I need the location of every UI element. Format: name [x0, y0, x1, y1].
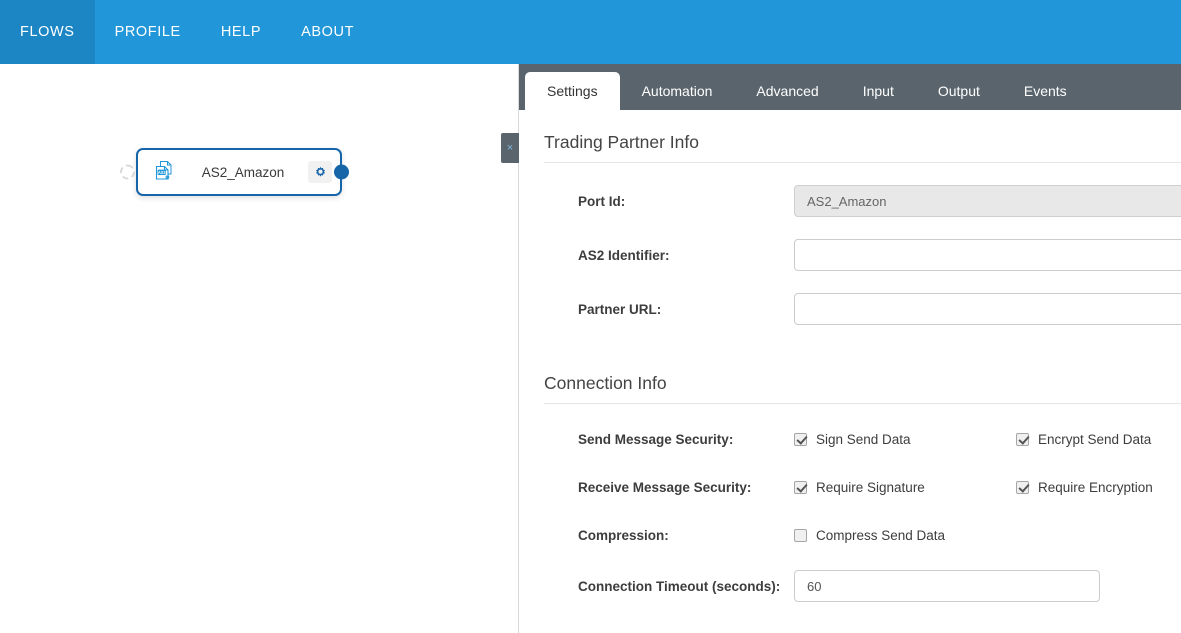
tab-label: Advanced [756, 83, 819, 99]
as2-identifier-input[interactable] [794, 239, 1181, 271]
field-row-as2-identifier: AS2 Identifier: [519, 239, 1181, 271]
tab-settings[interactable]: Settings [525, 72, 620, 110]
nav-item-about[interactable]: ABOUT [281, 0, 374, 64]
field-row-compression: Compression: Compress Send Data [519, 522, 1181, 548]
tab-label: Automation [641, 83, 713, 99]
nav-item-profile[interactable]: PROFILE [95, 0, 201, 64]
checkbox-require-signature[interactable]: Require Signature [794, 480, 1016, 495]
checkbox-sign-send-data[interactable]: Sign Send Data [794, 432, 1016, 447]
field-label-as2-identifier: AS2 Identifier: [578, 247, 670, 263]
partner-url-input[interactable] [794, 293, 1181, 325]
tab-label: Output [937, 83, 980, 99]
nav-item-label: ABOUT [301, 24, 355, 40]
field-label-port-id: Port Id: [578, 193, 626, 209]
port-id-input [794, 185, 1181, 217]
checkbox-indicator[interactable] [794, 528, 807, 542]
checkbox-indicator[interactable] [1016, 480, 1029, 494]
tab-output[interactable]: Output [916, 72, 1002, 110]
nav-item-label: HELP [220, 24, 262, 40]
field-row-receive-message-security: Receive Message Security: Require Signat… [519, 474, 1181, 500]
collapse-panel-icon: × [506, 141, 514, 154]
field-control [794, 570, 1181, 602]
field-label-connection-timeout: Connection Timeout (seconds): [578, 578, 781, 594]
section-heading-mdn-receipts: MDN Receipts [519, 628, 1181, 633]
as2-document-icon: AS2 [152, 159, 178, 185]
nav-item-label: PROFILE [114, 24, 181, 40]
top-navigation-bar: FLOWS PROFILE HELP ABOUT [0, 0, 1181, 64]
field-control: Compress Send Data [794, 528, 1181, 543]
section-heading-connection-info: Connection Info [544, 373, 667, 393]
tab-automation[interactable]: Automation [620, 72, 735, 110]
output-port[interactable] [334, 164, 349, 180]
flow-canvas[interactable]: AS2 AS2_Amazon [0, 64, 518, 633]
section-divider [544, 162, 1181, 163]
collapse-panel-button[interactable]: × [501, 133, 519, 163]
field-label-compression: Compression: [578, 527, 669, 543]
panel-tab-bar: Settings Automation Advanced Input Outpu… [519, 64, 1181, 110]
section-heading-trading-partner-info: Trading Partner Info [544, 132, 699, 152]
checkbox-label: Compress Send Data [816, 527, 946, 543]
connection-timeout-input[interactable] [794, 570, 1100, 602]
checkbox-label: Sign Send Data [816, 431, 911, 447]
checkbox-indicator[interactable] [794, 480, 807, 494]
properties-panel: Settings Automation Advanced Input Outpu… [519, 64, 1181, 633]
input-port[interactable] [120, 164, 135, 180]
field-label-receive-message-security: Receive Message Security: [578, 479, 752, 495]
nav-item-help[interactable]: HELP [201, 0, 281, 64]
svg-text:AS2: AS2 [158, 170, 167, 175]
field-control: Sign Send Data Encrypt Send Data [794, 432, 1181, 447]
tab-label: Settings [547, 83, 598, 99]
checkbox-encrypt-send-data[interactable]: Encrypt Send Data [1016, 432, 1151, 447]
section-divider [544, 403, 1181, 404]
tab-events[interactable]: Events [1002, 72, 1089, 110]
field-control [794, 239, 1181, 271]
tab-label: Events [1023, 83, 1067, 99]
tab-input[interactable]: Input [841, 72, 916, 110]
tab-label: Input [862, 83, 894, 99]
settings-tab-content: Trading Partner Info Port Id: AS2 Identi… [519, 110, 1181, 633]
field-control [794, 185, 1181, 217]
nav-item-label: FLOWS [20, 24, 75, 40]
field-row-partner-url: Partner URL: [519, 293, 1181, 325]
checkbox-indicator[interactable] [1016, 432, 1029, 446]
field-label-send-message-security: Send Message Security: [578, 431, 734, 447]
checkbox-indicator[interactable] [794, 432, 807, 446]
tab-advanced[interactable]: Advanced [734, 72, 840, 110]
checkbox-label: Require Encryption [1038, 479, 1153, 495]
field-row-port-id: Port Id: [519, 185, 1181, 217]
node-settings-button[interactable] [308, 161, 332, 183]
flow-node-as2-amazon[interactable]: AS2 AS2_Amazon [120, 148, 349, 196]
nav-item-flows[interactable]: FLOWS [0, 0, 95, 64]
field-label-partner-url: Partner URL: [578, 301, 662, 317]
field-row-send-message-security: Send Message Security: Sign Send Data En… [519, 426, 1181, 452]
gear-icon [315, 166, 325, 177]
checkbox-label: Require Signature [816, 479, 925, 495]
checkbox-require-encryption[interactable]: Require Encryption [1016, 480, 1153, 495]
checkbox-compress-send-data[interactable]: Compress Send Data [794, 528, 1016, 543]
field-control: Require Signature Require Encryption [794, 480, 1181, 495]
field-control [794, 293, 1181, 325]
flow-node-label: AS2_Amazon [201, 164, 285, 180]
checkbox-label: Encrypt Send Data [1038, 431, 1152, 447]
field-row-connection-timeout: Connection Timeout (seconds): [519, 570, 1181, 602]
app-root: FLOWS PROFILE HELP ABOUT AS2 AS2_Amazon … [0, 0, 1181, 633]
